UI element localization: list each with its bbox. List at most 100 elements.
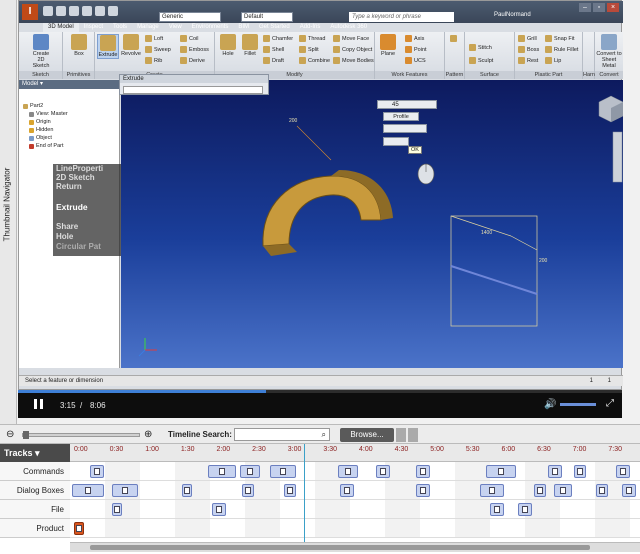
axis-button[interactable]: Axis <box>405 35 424 42</box>
volume-slider[interactable] <box>560 403 596 406</box>
timeline-event[interactable] <box>616 465 630 478</box>
distance-input[interactable]: 45 <box>377 100 437 109</box>
sweep-button[interactable]: Sweep <box>145 46 171 53</box>
loft-button[interactable]: Loft <box>145 35 163 42</box>
snap-fit-button[interactable]: Snap Fit <box>545 35 574 42</box>
split-button[interactable]: Split <box>299 46 319 53</box>
timeline-event[interactable] <box>72 484 104 497</box>
boss-button[interactable]: Boss <box>518 46 539 53</box>
timeline-event[interactable] <box>490 503 504 516</box>
tree-item-part[interactable]: Part2 <box>23 103 43 109</box>
zoom-out-icon[interactable]: ⊖ <box>6 429 14 440</box>
tree-item-view[interactable]: View: Master <box>29 111 68 117</box>
extrude-panel[interactable]: Extrude <box>119 74 269 95</box>
fillet-button[interactable]: Fillet <box>239 34 261 57</box>
track-row-commands[interactable] <box>70 462 640 481</box>
shell-button[interactable]: Shell <box>263 46 284 53</box>
ucs-button[interactable]: UCS <box>405 57 426 64</box>
video-scrubber[interactable] <box>18 390 622 393</box>
tab-inspect[interactable]: Inspect <box>79 23 108 32</box>
tab-autodesk-360[interactable]: Autodesk 360 <box>325 23 372 32</box>
move-face-button[interactable]: Move Face <box>333 35 369 42</box>
timeline-event[interactable] <box>548 465 562 478</box>
tree-item-hidden[interactable]: Hidden <box>29 127 53 133</box>
prev-icon[interactable] <box>396 428 406 442</box>
user-name[interactable]: PaulNormand <box>494 12 531 18</box>
lip-button[interactable]: Lip <box>545 57 561 64</box>
plane-button[interactable]: Plane <box>377 34 399 57</box>
tab-view[interactable]: View <box>164 23 187 32</box>
close-button[interactable]: × <box>607 3 619 12</box>
extruded-arch-shape[interactable] <box>262 170 393 256</box>
minimize-button[interactable]: – <box>579 3 591 12</box>
ok-cancel-buttons[interactable] <box>383 137 409 146</box>
maximize-button[interactable]: ▫ <box>593 3 605 12</box>
timeline-event[interactable] <box>518 503 532 516</box>
timeline-event[interactable] <box>284 484 296 497</box>
tab-get-started[interactable]: Get Started <box>254 23 295 32</box>
timeline-event[interactable] <box>338 465 358 478</box>
extrude-button[interactable]: Extrude <box>97 34 119 59</box>
timeline-playhead[interactable] <box>303 444 305 542</box>
stitch-button[interactable]: Stitch <box>469 44 492 51</box>
tab-bim[interactable]: BIM <box>233 23 254 32</box>
timeline-event[interactable] <box>182 484 192 497</box>
direction-buttons[interactable] <box>383 124 427 133</box>
copy-object-button[interactable]: Copy Object <box>333 46 372 53</box>
tab-3d-model[interactable]: 3D Model <box>43 23 79 32</box>
rib-button[interactable]: Rib <box>145 57 162 64</box>
next-icon[interactable] <box>408 428 418 442</box>
volume-icon[interactable]: 🔊 <box>544 399 556 410</box>
timeline-event[interactable] <box>416 465 430 478</box>
coil-button[interactable]: Coil <box>180 35 198 42</box>
timeline-event[interactable] <box>112 484 138 497</box>
dimension-label[interactable]: 1400 <box>481 230 492 236</box>
convert-sheet-metal-button[interactable]: Convert to Sheet Metal <box>596 34 622 69</box>
style-combo[interactable]: Generic <box>159 12 221 22</box>
timeline-event[interactable] <box>486 465 516 478</box>
timeline-event[interactable] <box>240 465 260 478</box>
zoom-in-icon[interactable]: ⊕ <box>144 429 152 440</box>
navigation-bar[interactable] <box>612 131 623 183</box>
timeline-event[interactable] <box>90 465 104 478</box>
tab-tools[interactable]: Tools <box>108 23 132 32</box>
dimension-label[interactable]: 200 <box>539 258 547 264</box>
timeline-event[interactable] <box>376 465 390 478</box>
tree-item-origin[interactable]: Origin <box>29 119 51 125</box>
zoom-slider[interactable] <box>22 431 140 439</box>
tab-environments[interactable]: Environments <box>187 23 234 32</box>
box-button[interactable]: Box <box>68 34 90 57</box>
timeline-event[interactable] <box>534 484 546 497</box>
view-cube[interactable] <box>598 95 624 123</box>
graphics-viewport[interactable]: 45 Profile OK 200 1400 200 <box>121 80 624 368</box>
timeline-event[interactable] <box>554 484 572 497</box>
timeline-event[interactable] <box>112 503 122 516</box>
pause-icon[interactable] <box>34 399 43 409</box>
timeline-search-input[interactable]: ⌕ <box>234 428 330 441</box>
browse-button[interactable]: Browse... <box>340 428 394 442</box>
open-icon[interactable] <box>56 6 66 16</box>
timeline-event[interactable] <box>74 522 84 535</box>
tab-manage[interactable]: Manage <box>132 23 164 32</box>
timeline-event[interactable] <box>480 484 504 497</box>
timeline-event[interactable] <box>574 465 586 478</box>
undo-icon[interactable] <box>82 6 92 16</box>
fullscreen-icon[interactable]: ⤢ <box>606 398 614 409</box>
sculpt-button[interactable]: Sculpt <box>469 57 493 64</box>
combine-button[interactable]: Combine <box>299 57 330 64</box>
profile-button[interactable]: Profile <box>383 112 419 121</box>
new-icon[interactable] <box>43 6 53 16</box>
appearance-combo[interactable]: Default <box>241 12 293 22</box>
tab-add-ins[interactable]: Add-Ins <box>295 23 326 32</box>
pattern-button[interactable] <box>450 35 457 42</box>
emboss-button[interactable]: Emboss <box>180 46 209 53</box>
time-ruler[interactable]: 0:00 0:30 1:00 1:30 2:00 2:30 3:00 3:30 4:00 4:30… <box>70 444 640 462</box>
thread-button[interactable]: Thread <box>299 35 325 42</box>
track-row-product[interactable] <box>70 519 640 538</box>
draft-button[interactable]: Draft <box>263 57 284 64</box>
timeline-event[interactable] <box>622 484 636 497</box>
chamfer-button[interactable]: Chamfer <box>263 35 293 42</box>
rule-fillet-button[interactable]: Rule Fillet <box>545 46 578 53</box>
track-row-dialog-boxes[interactable] <box>70 481 640 500</box>
browser-header[interactable]: Model ▾ <box>19 80 120 89</box>
